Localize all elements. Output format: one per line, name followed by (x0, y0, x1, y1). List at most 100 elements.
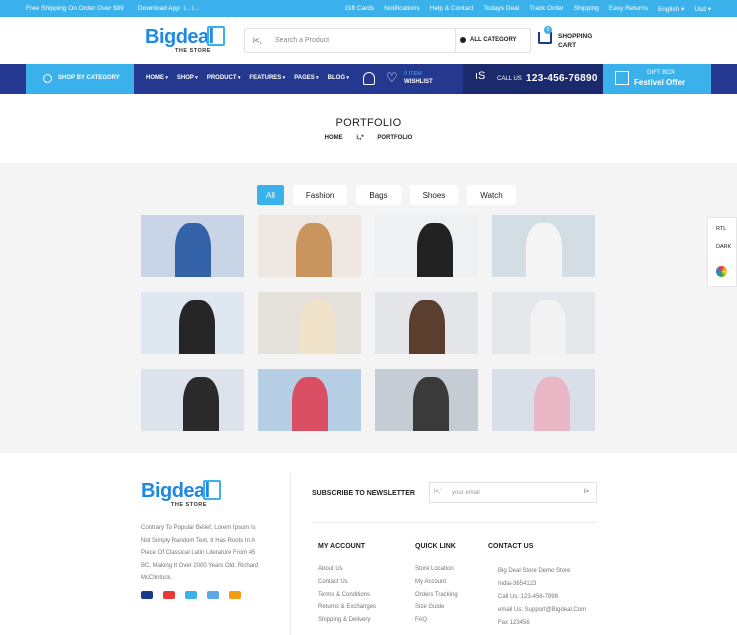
color-palette-icon[interactable] (716, 266, 727, 277)
breadcrumb: HOME i,,* PORTFOLIO (0, 135, 737, 141)
contact-phone: Call Us: 123-456-7898 (498, 594, 559, 600)
model-figure (409, 300, 445, 354)
model-figure (300, 300, 336, 354)
tab-all[interactable]: All (257, 185, 284, 205)
model-figure (413, 377, 449, 431)
category-icon (43, 74, 52, 83)
model-figure (175, 223, 211, 277)
footer-link-returns[interactable]: Returns & Exchanges (318, 604, 376, 610)
footer-link-size-guide[interactable]: Size Guide (415, 604, 458, 610)
menu-home[interactable]: HOME (146, 75, 168, 81)
portfolio-image[interactable] (141, 215, 244, 277)
email-icon: i<,' (434, 489, 442, 495)
top-link-shipping[interactable]: Shipping (574, 5, 599, 13)
top-link-notifications[interactable]: Notifications (384, 5, 419, 13)
model-figure (526, 223, 562, 277)
breadcrumb-home[interactable]: HOME (325, 135, 343, 141)
portfolio-image[interactable] (375, 369, 478, 431)
tab-shoes[interactable]: Shoes (409, 185, 459, 205)
top-link-todays-deal[interactable]: Todays Deal (483, 5, 519, 13)
top-link-gift-cards[interactable]: Gift Cards (345, 5, 374, 13)
model-figure (530, 300, 566, 354)
language-selector[interactable]: English ▾ (658, 5, 684, 13)
free-shipping-text: Free Shipping On Order Over $99 (26, 5, 124, 12)
portfolio-image[interactable] (258, 215, 361, 277)
footer-description: Contrary To Popular Belief, Lorem Ipsum … (141, 525, 259, 581)
footer-link-orders-tracking[interactable]: Orders Tracking (415, 592, 458, 598)
search-input[interactable]: Search a Product (275, 37, 329, 44)
menu-shop[interactable]: SHOP (177, 75, 198, 81)
footer: Bigdeal THE STORE Contrary To Popular Be… (0, 453, 737, 635)
email-field[interactable]: your email (452, 490, 480, 496)
footer-link-my-account[interactable]: My Account (415, 579, 458, 585)
portfolio-image[interactable] (492, 292, 595, 354)
model-figure (292, 377, 328, 431)
footer-link-shipping[interactable]: Shipping & Delivery (318, 617, 376, 623)
footer-link-terms[interactable]: Terms & Conditions (318, 592, 376, 598)
search-icon[interactable]: i<, (253, 36, 262, 45)
portfolio-image[interactable] (258, 369, 361, 431)
shopping-bag-icon (207, 26, 225, 46)
contact-email: email Us: Support@Bigdeal.Com (498, 607, 587, 613)
contact-address-2: India-3654123 (498, 581, 537, 587)
tab-watch[interactable]: Watch (467, 185, 516, 205)
filter-tabs: All Fashion Bags Shoes Watch (257, 185, 516, 205)
menu-pages[interactable]: PAGES (294, 75, 318, 81)
tab-bags[interactable]: Bags (356, 185, 401, 205)
heart-icon: ♡ (386, 70, 398, 85)
call-us-box: ıS CALL US 123-456-76890 (463, 64, 603, 94)
my-account-column: MY ACCOUNT About Us Contact Us Terms & C… (318, 543, 377, 624)
gift-box-offer[interactable]: GIFT BOX Festivel Offer (603, 64, 711, 94)
quick-link-column: QUICK LINK Store Location My Account Ord… (415, 543, 458, 624)
shopping-bag-icon (203, 480, 221, 500)
rtl-toggle[interactable]: RTL (716, 226, 726, 232)
portfolio-image[interactable] (141, 369, 244, 431)
top-link-track-order[interactable]: Track Order (529, 5, 563, 13)
footer-link-contact[interactable]: Contact Us (318, 579, 376, 585)
footer-logo[interactable]: Bigdeal THE STORE (141, 480, 221, 508)
paypal-icon (185, 591, 197, 599)
newsletter-form: i<,' your email i> (429, 482, 597, 503)
discover-icon (229, 591, 241, 599)
portfolio-image[interactable] (375, 292, 478, 354)
user-icon[interactable] (363, 72, 375, 85)
category-dropdown[interactable]: ALL CATEGORY (455, 29, 532, 52)
portfolio-image[interactable] (258, 292, 361, 354)
currency-selector[interactable]: Usd ▾ (694, 5, 711, 13)
portfolio-image[interactable] (375, 215, 478, 277)
footer-hr (312, 522, 597, 523)
visa-icon (141, 591, 153, 599)
portfolio-grid (141, 215, 596, 431)
call-us-label: CALL US (497, 76, 522, 82)
gift-icon (615, 71, 629, 85)
top-link-help-contact[interactable]: Help & Contact (430, 5, 474, 13)
footer-link-store-location[interactable]: Store Location (415, 566, 458, 572)
dark-toggle[interactable]: DARK (716, 244, 731, 250)
footer-link-faq[interactable]: FAQ (415, 617, 458, 623)
newsletter-title: SUBSCRIBE TO NEWSLETTER (312, 490, 415, 497)
phone-icon: ıS (475, 70, 486, 82)
download-app-link[interactable]: Download App i... i... (138, 5, 199, 12)
page-title: PORTFOLIO (335, 117, 402, 129)
portfolio-image[interactable] (492, 215, 595, 277)
subscribe-button[interactable]: i> (584, 489, 589, 495)
model-figure (534, 377, 570, 431)
tab-fashion[interactable]: Fashion (292, 185, 348, 205)
portfolio-image[interactable] (141, 292, 244, 354)
menu-features[interactable]: FEATURES (249, 75, 285, 81)
contact-address: Big Deal Store Demo Store (498, 568, 571, 574)
contact-column: CONTACT US Big Deal Store Demo Store Ind… (488, 543, 586, 631)
menu-blog[interactable]: BLOG (328, 75, 349, 81)
phone-number[interactable]: 123-456-76890 (526, 73, 598, 84)
payment-methods (141, 591, 241, 599)
cart-label: SHOPPING CART (558, 33, 593, 49)
portfolio-image[interactable] (492, 369, 595, 431)
menu-product[interactable]: PRODUCT (207, 75, 241, 81)
top-link-easy-returns[interactable]: Easy Returns (609, 5, 648, 13)
footer-divider (290, 473, 291, 635)
logo[interactable]: Bigdeal THE STORE (145, 26, 225, 54)
cart-icon (538, 32, 552, 44)
shop-by-category-button[interactable]: SHOP BY CATEGORY (26, 64, 134, 94)
footer-link-about[interactable]: About Us (318, 566, 376, 572)
main-nav: SHOP BY CATEGORY HOME SHOP PRODUCT FEATU… (0, 64, 737, 94)
